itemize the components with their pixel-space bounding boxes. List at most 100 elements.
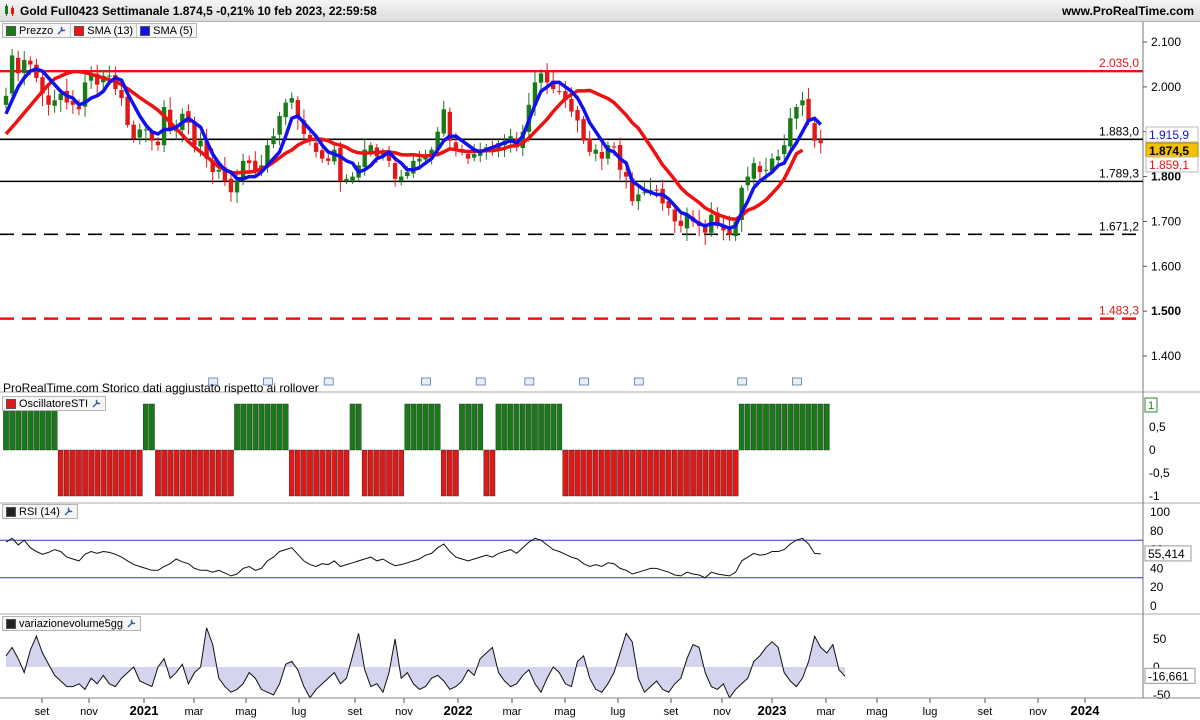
osc-bar <box>179 449 186 497</box>
rsi-value-label: 55,414 <box>1148 547 1185 561</box>
window-title-bar: Gold Full0423 Settimanale 1.874,5 -0,21%… <box>0 0 1200 22</box>
osc-bar <box>203 449 210 497</box>
level-label: 1.483,3 <box>1099 304 1139 318</box>
legend-sma13[interactable]: SMA (13) <box>71 24 138 37</box>
time-label: mag <box>235 706 256 718</box>
osc-bar <box>209 449 216 497</box>
rsi-legend[interactable]: RSI (14) <box>2 504 78 519</box>
osc-tick-label: -1 <box>1149 489 1160 503</box>
osc-bar <box>143 403 149 451</box>
wrench-icon[interactable] <box>56 25 67 36</box>
osc-bar <box>185 449 192 497</box>
osc-bar <box>453 449 459 497</box>
osc-bar <box>605 449 611 497</box>
osc-bar <box>361 449 368 497</box>
candle-body <box>271 136 276 145</box>
osc-bar <box>550 403 556 451</box>
candle-body <box>544 71 550 83</box>
osc-bar <box>380 449 386 497</box>
candle-body <box>283 102 288 118</box>
legend-rsi[interactable]: RSI (14) <box>3 505 77 518</box>
osc-bar <box>568 449 575 497</box>
candle-body <box>636 194 641 202</box>
candle-body <box>228 178 234 193</box>
rsi-tick-label: 100 <box>1150 505 1170 519</box>
value-badge-label: 1.859,1 <box>1149 158 1189 172</box>
osc-bar <box>769 403 775 451</box>
osc-bar <box>635 449 642 497</box>
osc-bar <box>222 449 228 497</box>
osc-bar <box>501 403 508 451</box>
osc-bar <box>805 403 812 451</box>
osc-bar <box>763 403 769 451</box>
osc-bar <box>799 403 806 451</box>
legend-sma13-label: SMA (13) <box>87 24 134 37</box>
volume-legend[interactable]: variazionevolume5gg <box>2 616 141 631</box>
osc-bar <box>228 449 234 497</box>
rsi-tick-label: 20 <box>1150 580 1164 594</box>
legend-volume[interactable]: variazionevolume5gg <box>3 617 140 630</box>
volume-swatch-icon <box>6 618 16 629</box>
osc-bar <box>599 449 605 497</box>
osc-bar <box>495 403 502 451</box>
candle-body <box>125 96 130 125</box>
oscillator-legend[interactable]: OscillatoreSTI <box>2 396 107 411</box>
time-label: set <box>978 706 993 718</box>
osc-bar <box>574 449 581 497</box>
osc-bar <box>331 449 338 497</box>
osc-bar <box>751 403 757 451</box>
osc-bar <box>57 449 64 497</box>
time-label: nov <box>80 706 98 718</box>
osc-bar <box>130 449 137 497</box>
site-link[interactable]: www.ProRealTime.com <box>1062 4 1194 18</box>
osc-bar <box>544 403 550 451</box>
candle-body <box>575 110 580 121</box>
sma5-swatch-icon <box>140 25 151 36</box>
osc-bar <box>301 449 307 497</box>
time-label: set <box>664 706 679 718</box>
candle-body <box>465 153 471 159</box>
vol-value-label: -16,661 <box>1148 669 1189 683</box>
osc-bar <box>708 449 715 497</box>
osc-bar <box>696 449 702 497</box>
legend-volume-label: variazionevolume5gg <box>19 617 123 630</box>
candle-body <box>52 100 57 106</box>
rsi-tick-label: 80 <box>1150 524 1164 538</box>
osc-bar <box>471 403 477 451</box>
osc-bar <box>136 449 143 497</box>
candle-body <box>319 150 325 159</box>
candle-body <box>587 138 592 152</box>
candle-body <box>678 220 684 226</box>
wrench-icon[interactable] <box>63 506 74 517</box>
chart-title: Gold Full0423 Settimanale 1.874,5 -0,21%… <box>20 4 377 18</box>
wrench-icon[interactable] <box>91 398 102 409</box>
candle-body <box>350 176 355 181</box>
candle-body <box>800 100 805 106</box>
price-legend[interactable]: Prezzo SMA (13) SMA (5) <box>2 23 197 38</box>
legend-oscillator[interactable]: OscillatoreSTI <box>3 397 105 410</box>
osc-bar <box>702 449 708 497</box>
legend-sma5[interactable]: SMA (5) <box>137 24 196 37</box>
legend-price-label: Prezzo <box>19 24 54 37</box>
time-label: nov <box>395 706 413 718</box>
osc-bar <box>617 449 623 497</box>
candle-body <box>234 181 240 193</box>
price-tick-label: 2.000 <box>1151 80 1181 94</box>
time-label: lug <box>923 706 938 718</box>
osc-bar <box>349 403 356 451</box>
rsi-swatch-icon <box>6 506 16 517</box>
osc-bar <box>459 403 465 451</box>
osc-bar <box>252 403 259 451</box>
wrench-icon[interactable] <box>126 618 137 629</box>
chart-area[interactable]: 2.035,0 1.883,0 1.789,3 1.671,2 1.483,3 2.10… <box>0 22 1200 720</box>
osc-bar <box>483 449 490 497</box>
candle-body <box>745 176 750 186</box>
candle-body <box>131 124 136 139</box>
legend-price[interactable]: Prezzo <box>3 24 72 37</box>
candle-body <box>763 169 769 171</box>
candle-body <box>569 99 574 112</box>
osc-bar <box>319 449 325 497</box>
legend-sma5-label: SMA (5) <box>153 24 193 37</box>
candle-body <box>417 158 422 162</box>
candle-body <box>344 178 349 182</box>
